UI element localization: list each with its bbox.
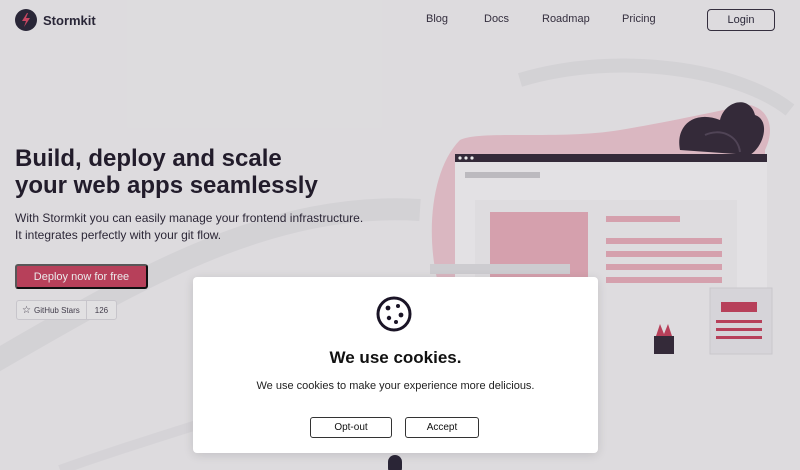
accept-button[interactable]: Accept: [405, 417, 479, 438]
cookie-dialog-text: We use cookies to make your experience m…: [256, 380, 535, 392]
cookie-icon: [374, 294, 414, 339]
opt-out-button[interactable]: Opt-out: [310, 417, 392, 438]
cookie-dialog-title: We use cookies.: [329, 348, 462, 367]
cookie-consent-dialog: We use cookies. We use cookies to make y…: [193, 277, 598, 453]
scroll-indicator[interactable]: [388, 455, 402, 470]
